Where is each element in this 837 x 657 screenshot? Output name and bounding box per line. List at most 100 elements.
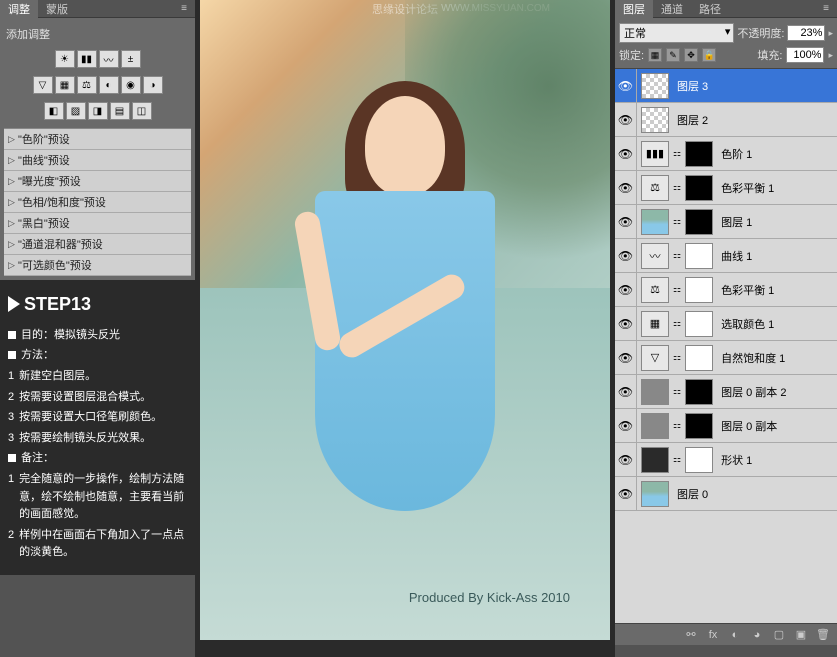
preset-selective[interactable]: ▷"可选颜色"预设 <box>4 255 191 276</box>
preset-exposure[interactable]: ▷"曝光度"预设 <box>4 171 191 192</box>
layer-name: 色阶 1 <box>717 146 752 162</box>
layer-name: 图层 0 <box>673 486 708 502</box>
visibility-toggle-icon[interactable]: 👁 <box>615 171 637 204</box>
posterize-icon[interactable]: ▨ <box>66 102 86 120</box>
tab-adjustments[interactable]: 调整 <box>0 0 38 19</box>
link-layers-icon[interactable]: ⚯ <box>683 627 699 643</box>
preset-channel[interactable]: ▷"通道混和器"预设 <box>4 234 191 255</box>
link-icon: ⚏ <box>671 284 683 295</box>
fill-label: 填充: <box>757 47 782 63</box>
play-icon <box>8 296 20 312</box>
selective-color-icon[interactable]: ◫ <box>132 102 152 120</box>
panel-menu-icon[interactable]: ≡ <box>177 2 191 16</box>
fill-input[interactable]: 100% <box>786 47 824 63</box>
visibility-toggle-icon[interactable]: 👁 <box>615 443 637 476</box>
preset-label: "可选颜色"预设 <box>18 257 92 273</box>
layer-row[interactable]: 👁 ▽⚏ 自然饱和度 1 <box>615 341 837 375</box>
new-layer-icon[interactable]: ▣ <box>793 627 809 643</box>
gradient-map-icon[interactable]: ▤ <box>110 102 130 120</box>
hue-icon[interactable]: ▦ <box>55 76 75 94</box>
preset-label: "色相/饱和度"预设 <box>18 194 106 210</box>
step-title: STEP13 <box>8 290 187 319</box>
link-icon: ⚏ <box>671 386 683 397</box>
layer-row[interactable]: 👁 ⚏ 图层 1 <box>615 205 837 239</box>
layer-row[interactable]: 👁 ⚏ 形状 1 <box>615 443 837 477</box>
add-mask-icon[interactable]: ◐ <box>727 627 743 643</box>
visibility-toggle-icon[interactable]: 👁 <box>615 137 637 170</box>
photo-filter-icon[interactable]: ◉ <box>121 76 141 94</box>
brightness-icon[interactable]: ☀ <box>55 50 75 68</box>
layer-row[interactable]: 👁 ⚖⚏ 色彩平衡 1 <box>615 273 837 307</box>
layer-name: 图层 1 <box>717 214 752 230</box>
lock-position-icon[interactable]: ✥ <box>684 48 698 62</box>
channel-mixer-icon[interactable]: ◑ <box>143 76 163 94</box>
layer-row[interactable]: 👁 ▦⚏ 选取颜色 1 <box>615 307 837 341</box>
layer-row[interactable]: 👁 ⚏ 图层 0 副本 <box>615 409 837 443</box>
layer-row[interactable]: 👁 ⚏ 图层 0 副本 2 <box>615 375 837 409</box>
tab-layers[interactable]: 图层 <box>615 0 653 19</box>
layer-name: 图层 0 副本 <box>717 418 777 434</box>
new-group-icon[interactable]: ▢ <box>771 627 787 643</box>
layer-thumb <box>641 413 669 439</box>
color-balance-icon[interactable]: ⚖ <box>77 76 97 94</box>
blend-mode-dropdown[interactable]: 正常 <box>619 23 734 43</box>
lock-all-icon[interactable]: 🔒 <box>702 48 716 62</box>
link-icon: ⚏ <box>671 420 683 431</box>
mask-thumb <box>685 311 713 337</box>
layer-thumb <box>641 379 669 405</box>
adjustment-buttons-row2: ▽ ▦ ⚖ ◐ ◉ ◑ <box>4 72 191 98</box>
delete-layer-icon[interactable]: 🗑 <box>815 627 831 643</box>
preset-list: ▷"色阶"预设 ▷"曲线"预设 ▷"曝光度"预设 ▷"色相/饱和度"预设 ▷"黑… <box>4 128 191 276</box>
curves-icon[interactable]: 〰 <box>99 50 119 68</box>
layer-name: 图层 3 <box>673 78 708 94</box>
preset-hue[interactable]: ▷"色相/饱和度"预设 <box>4 192 191 213</box>
adjustment-buttons-row3: ◧ ▨ ◨ ▤ ◫ <box>4 98 191 124</box>
visibility-toggle-icon[interactable]: 👁 <box>615 205 637 238</box>
layer-row[interactable]: 👁 〰⚏ 曲线 1 <box>615 239 837 273</box>
preset-bw[interactable]: ▷"黑白"预设 <box>4 213 191 234</box>
adjustment-buttons-row1: ☀ ▮▮ 〰 ± <box>4 46 191 72</box>
visibility-toggle-icon[interactable]: 👁 <box>615 409 637 442</box>
layer-name: 色彩平衡 1 <box>717 282 774 298</box>
mask-thumb <box>685 141 713 167</box>
preset-levels[interactable]: ▷"色阶"预设 <box>4 129 191 150</box>
visibility-toggle-icon[interactable]: 👁 <box>615 477 637 510</box>
visibility-toggle-icon[interactable]: 👁 <box>615 103 637 136</box>
vibrance-icon[interactable]: ▽ <box>33 76 53 94</box>
visibility-toggle-icon[interactable]: 👁 <box>615 273 637 306</box>
visibility-toggle-icon[interactable]: 👁 <box>615 239 637 272</box>
threshold-icon[interactable]: ◨ <box>88 102 108 120</box>
levels-icon[interactable]: ▮▮ <box>77 50 97 68</box>
link-icon: ⚏ <box>671 216 683 227</box>
tab-channels[interactable]: 通道 <box>653 0 691 19</box>
lock-transparent-icon[interactable]: ▦ <box>648 48 662 62</box>
preset-label: "曝光度"预设 <box>18 173 81 189</box>
visibility-toggle-icon[interactable]: 👁 <box>615 307 637 340</box>
layer-name: 形状 1 <box>717 452 752 468</box>
exposure-icon[interactable]: ± <box>121 50 141 68</box>
new-adjustment-icon[interactable]: ◕ <box>749 627 765 643</box>
visibility-toggle-icon[interactable]: 👁 <box>615 341 637 374</box>
visibility-toggle-icon[interactable]: 👁 <box>615 69 637 102</box>
visibility-toggle-icon[interactable]: 👁 <box>615 375 637 408</box>
layer-row[interactable]: 👁 图层 0 <box>615 477 837 511</box>
layer-thumb <box>641 107 669 133</box>
adjustment-thumb-icon: 〰 <box>641 243 669 269</box>
tab-paths[interactable]: 路径 <box>691 0 729 19</box>
preset-curves[interactable]: ▷"曲线"预设 <box>4 150 191 171</box>
layer-name: 色彩平衡 1 <box>717 180 774 196</box>
tab-masks[interactable]: 蒙版 <box>38 0 76 19</box>
panel-menu-icon[interactable]: ≡ <box>819 2 833 16</box>
lock-pixels-icon[interactable]: ✎ <box>666 48 680 62</box>
layers-list[interactable]: 👁 图层 3👁 图层 2👁 ▮▮▮⚏ 色阶 1👁 ⚖⚏ 色彩平衡 1👁 ⚏ 图层… <box>615 69 837 623</box>
layer-row[interactable]: 👁 ⚖⚏ 色彩平衡 1 <box>615 171 837 205</box>
opacity-input[interactable]: 23% <box>787 25 825 41</box>
fx-icon[interactable]: fx <box>705 627 721 643</box>
layer-row[interactable]: 👁 图层 2 <box>615 103 837 137</box>
adjustments-panel-header: 调整 蒙版 ≡ <box>0 0 195 18</box>
layer-row[interactable]: 👁 ▮▮▮⚏ 色阶 1 <box>615 137 837 171</box>
opacity-label: 不透明度: <box>737 25 784 41</box>
bw-icon[interactable]: ◐ <box>99 76 119 94</box>
invert-icon[interactable]: ◧ <box>44 102 64 120</box>
layer-row[interactable]: 👁 图层 3 <box>615 69 837 103</box>
